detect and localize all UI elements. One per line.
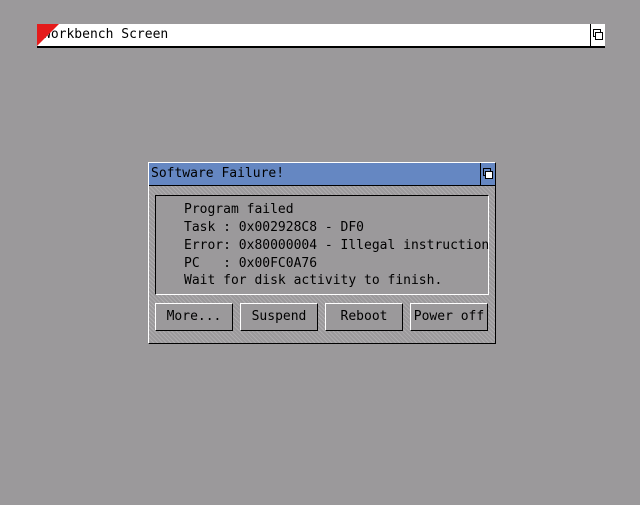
message-line-pc: PC : 0x00FC0A76 <box>184 256 318 271</box>
requester-depth-button[interactable] <box>480 163 495 185</box>
requester-body: Program failed Task : 0x002928C8 - DF0 E… <box>149 186 495 343</box>
message-line-status: Program failed <box>184 202 294 217</box>
power-off-button[interactable]: Power off <box>410 303 488 331</box>
message-line-error: Error: 0x80000004 - Illegal instruction <box>184 238 490 253</box>
screen-depth-button[interactable] <box>590 24 605 46</box>
requester-title-bar[interactable]: Software Failure! <box>149 163 495 186</box>
message-line-wait: Wait for disk activity to finish. <box>184 273 443 288</box>
requester-title: Software Failure! <box>151 166 285 181</box>
depth-arrange-icon <box>483 168 493 179</box>
message-line-task: Task : 0x002928C8 - DF0 <box>184 220 365 235</box>
software-failure-requester: Software Failure! Program failed Task : … <box>148 162 496 344</box>
suspend-button[interactable]: Suspend <box>240 303 318 331</box>
reboot-button[interactable]: Reboot <box>325 303 403 331</box>
screen-corner-marker <box>37 24 59 46</box>
more-button[interactable]: More... <box>155 303 233 331</box>
depth-arrange-icon <box>593 29 603 40</box>
screen-title: Workbench Screen <box>43 27 169 42</box>
failure-message-box: Program failed Task : 0x002928C8 - DF0 E… <box>155 195 489 295</box>
screen-title-bar[interactable]: Workbench Screen <box>37 24 605 48</box>
